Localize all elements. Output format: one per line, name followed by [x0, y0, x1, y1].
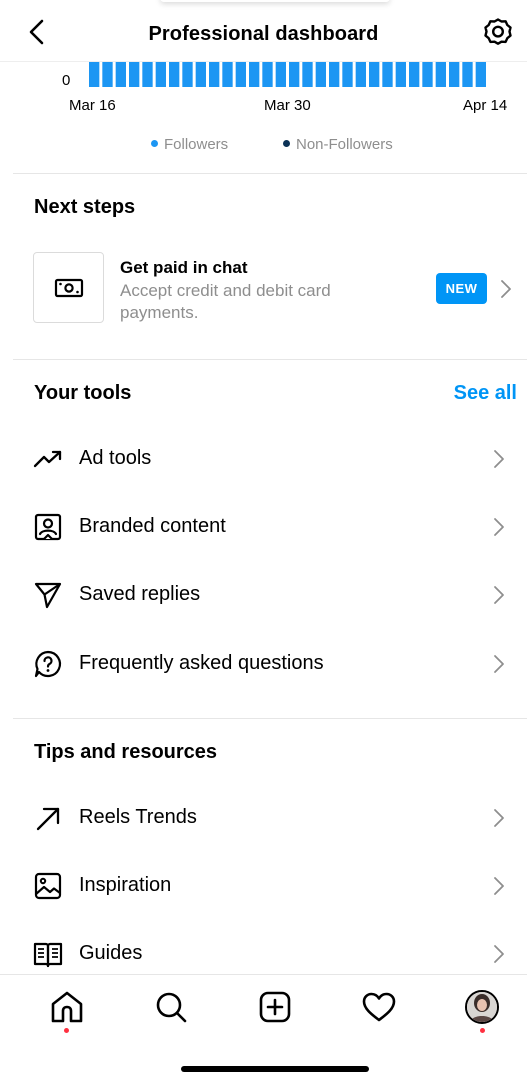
legend-dot	[151, 140, 158, 147]
image-icon	[34, 872, 62, 900]
chart-bar	[115, 62, 126, 87]
chart-bar	[315, 62, 326, 87]
legend-dot	[283, 140, 290, 147]
avatar-image	[467, 992, 497, 1022]
next-step-icon-box	[33, 252, 104, 323]
heart-icon[interactable]	[361, 989, 397, 1025]
divider	[13, 718, 527, 719]
divider	[13, 359, 527, 360]
chart-bar	[409, 62, 420, 87]
tool-item-label: Ad tools	[79, 447, 152, 469]
create-icon[interactable]	[257, 989, 293, 1025]
chevron-right-icon	[494, 450, 504, 468]
chevron-right-icon	[494, 655, 504, 673]
chart-bar	[102, 62, 113, 87]
chart-bar	[355, 62, 366, 87]
chart-bar	[195, 62, 206, 87]
section-title-next-steps: Next steps	[34, 196, 136, 218]
x-tick-label: Mar 16	[69, 97, 116, 114]
tool-item-label: Saved replies	[79, 583, 201, 605]
legend-item-followers: Followers	[151, 136, 228, 153]
chart-bar	[262, 62, 273, 87]
chevron-right-icon	[501, 280, 511, 298]
page-title: Professional dashboard	[148, 23, 379, 45]
gear-icon[interactable]	[483, 17, 513, 47]
legend-item-non-followers: Non-Followers	[283, 136, 393, 153]
section-title-your-tools: Your tools	[34, 382, 132, 404]
chevron-right-icon	[494, 809, 504, 827]
chart-bar	[369, 62, 380, 87]
bottom-nav	[0, 974, 527, 1080]
send-icon	[34, 582, 62, 609]
legend-label: Followers	[164, 136, 229, 153]
chevron-right-icon	[494, 877, 504, 895]
chart-bar	[435, 62, 446, 87]
x-tick-label: Apr 14	[463, 97, 508, 114]
chevron-right-icon	[494, 586, 504, 604]
chart-legend: Followers Non-Followers	[0, 136, 527, 154]
tool-item-branded-content[interactable]: Branded content	[0, 502, 527, 552]
next-step-description: Accept credit and debit card payments.	[120, 281, 331, 322]
chart-bar	[182, 62, 193, 87]
chart-bar	[142, 62, 153, 87]
profile-avatar[interactable]	[465, 990, 499, 1024]
chart-bar	[275, 62, 286, 87]
tips-item-label: Guides	[79, 942, 143, 964]
chart-bar	[249, 62, 260, 87]
y-tick-label: 0	[62, 72, 71, 89]
chart-bar	[329, 62, 340, 87]
tool-item-label: Frequently asked questions	[79, 652, 324, 674]
home-icon[interactable]	[49, 989, 85, 1025]
branded-content-icon	[34, 513, 62, 541]
tool-item-ad-tools[interactable]: Ad tools	[0, 434, 527, 484]
followers-chart: 0 Mar 16 Mar 30 Apr 14	[0, 62, 527, 172]
tips-item-inspiration[interactable]: Inspiration	[0, 861, 527, 911]
chart-bar	[302, 62, 313, 87]
divider	[13, 173, 527, 174]
chart-bar	[422, 62, 433, 87]
x-tick-label: Mar 30	[264, 97, 311, 114]
cash-icon	[54, 278, 84, 298]
arrow-up-right-icon	[36, 807, 60, 831]
tips-item-label: Inspiration	[79, 874, 172, 896]
section-title-tips: Tips and resources	[34, 741, 218, 763]
home-indicator	[181, 1066, 369, 1072]
chart-bar	[209, 62, 220, 87]
tool-item-saved-replies[interactable]: Saved replies	[0, 570, 527, 620]
chart-bar	[155, 62, 166, 87]
trending-up-icon	[33, 450, 62, 468]
chart-bar	[222, 62, 233, 87]
tool-item-faq[interactable]: Frequently asked questions	[0, 639, 527, 689]
tips-item-reels-trends[interactable]: Reels Trends	[0, 793, 527, 843]
next-step-title: Get paid in chat	[120, 258, 248, 277]
chart-bar	[449, 62, 460, 87]
chart-bar	[342, 62, 353, 87]
new-badge: NEW	[436, 273, 487, 304]
header-shadow	[160, 0, 390, 2]
chart-bar	[382, 62, 393, 87]
top-bar: Professional dashboard	[0, 0, 527, 62]
chart-bar	[89, 62, 100, 87]
notification-dot	[480, 1028, 485, 1033]
chart-bar	[129, 62, 140, 87]
search-icon[interactable]	[153, 989, 189, 1025]
tips-item-label: Reels Trends	[79, 806, 197, 828]
chart-bar	[462, 62, 473, 87]
chart-bar	[235, 62, 246, 87]
notification-dot	[64, 1028, 69, 1033]
chart-bar	[475, 62, 486, 87]
legend-label: Non-Followers	[296, 136, 393, 153]
see-all-link[interactable]: See all	[454, 382, 517, 405]
chart-bar	[395, 62, 406, 87]
guides-icon	[33, 942, 63, 968]
tips-item-guides[interactable]: Guides	[0, 929, 527, 979]
tool-item-label: Branded content	[79, 515, 226, 537]
chevron-right-icon	[494, 945, 504, 963]
chevron-right-icon	[494, 518, 504, 536]
faq-icon	[34, 650, 62, 678]
chart-bar	[289, 62, 300, 87]
chart-bar	[169, 62, 180, 87]
